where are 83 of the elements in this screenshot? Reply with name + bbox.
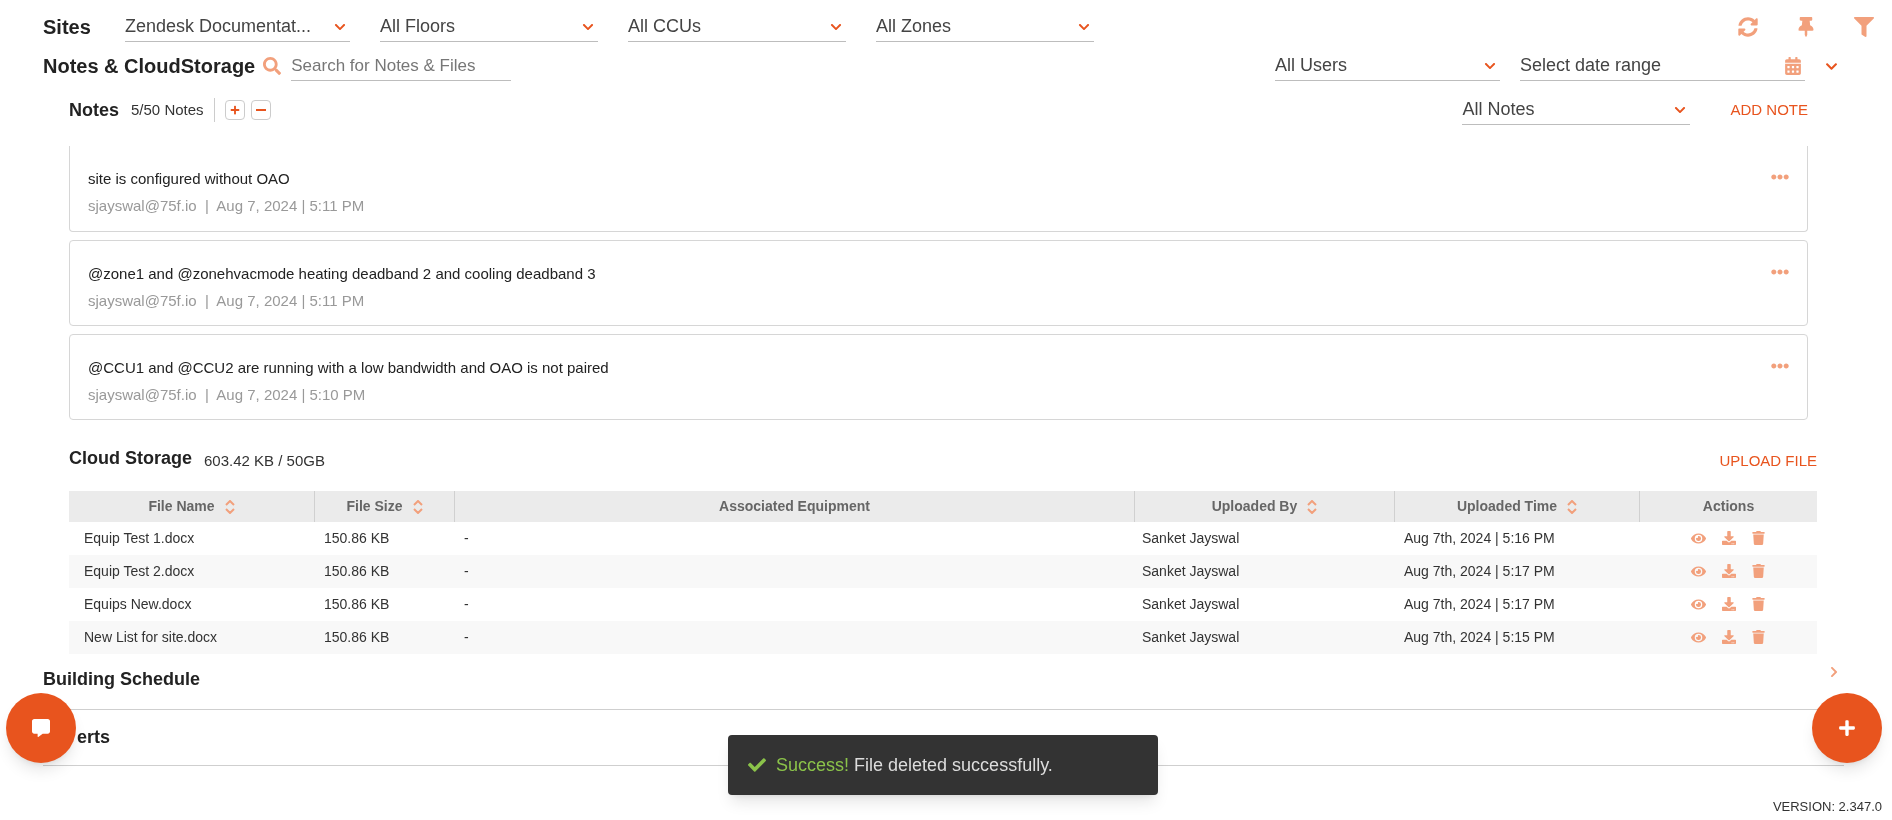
table-cell-text: Sanket Jayswal [1141,562,1241,581]
table-cell-text: Sanket Jayswal [1141,628,1241,647]
notes-count: 5/50 Notes [131,99,204,120]
pin-icon[interactable] [1796,17,1816,37]
table-cell-text: - [463,595,470,614]
view-icon[interactable] [1691,564,1706,579]
delete-icon[interactable] [1752,564,1765,578]
search-icon [263,57,282,75]
delete-icon[interactable] [1752,597,1765,611]
filter-dropdown[interactable]: All CCUs [628,12,846,42]
add-note-button[interactable]: ADD NOTE [1730,98,1808,122]
column-header: Associated Equipment [454,491,1134,522]
table-cell-text: Equip Test 1.docx [83,529,196,548]
expand-button[interactable] [224,100,245,120]
column-header[interactable]: File Size [314,491,454,522]
table-cell-text: 150.86 KB [323,595,391,614]
table-cell-text: Aug 7th, 2024 | 5:15 PM [1403,628,1556,647]
note-text: @CCU1 and @CCU2 are running with a low bandwidth and OAO is not paired [88,358,609,378]
table-cell-text: 150.86 KB [323,562,391,581]
view-icon[interactable] [1691,531,1706,546]
minus-icon [255,109,266,111]
column-header[interactable]: File Name [69,491,314,522]
column-header: Actions [1639,491,1817,522]
delete-icon[interactable] [1752,630,1765,644]
sort-icon[interactable] [1567,499,1578,514]
collapse-button[interactable] [250,100,271,120]
note-text: site is configured without OAO [88,169,291,189]
table-cell-text: Sanket Jayswal [1141,529,1241,548]
chevron-right-icon[interactable] [1828,666,1840,678]
storage-usage: 603.42 KB / 50GB [204,450,325,471]
note-meta: sjayswal@75f.io | Aug 7, 2024 | 5:11 PM [88,195,365,216]
view-icon[interactable] [1691,630,1706,645]
chat-button[interactable] [6,693,76,763]
notes-filter-dropdown[interactable]: All Notes [1462,95,1691,125]
add-button[interactable] [1812,693,1882,763]
table-cell-text: - [463,529,470,548]
filter-dropdown[interactable]: All Zones [876,12,1094,42]
view-icon[interactable] [1691,597,1706,612]
version-label: VERSION: 2.347.0 [1772,797,1882,816]
date-range-field[interactable]: Select date range [1520,51,1805,81]
table-cell-text: Aug 7th, 2024 | 5:16 PM [1403,529,1556,548]
cloud-storage-title: Cloud Storage [69,447,192,470]
plus-icon [1838,719,1856,737]
table-cell-text: - [463,562,470,581]
chat-icon [32,719,50,737]
table-cell-text: Aug 7th, 2024 | 5:17 PM [1403,562,1556,581]
table-cell-text: Sanket Jayswal [1141,595,1241,614]
notes-title: Notes [69,98,119,122]
table-cell-text: New List for site.docx [83,628,219,647]
section-heading[interactable]: Building Schedule [43,666,200,693]
section-title: Notes & CloudStorage [43,54,256,79]
section-heading[interactable]: erts [77,724,111,751]
plus-icon [229,105,240,115]
column-header[interactable]: Uploaded By [1134,491,1394,522]
check-icon [748,756,766,774]
sort-icon[interactable] [1307,499,1318,514]
table-cell-text: Aug 7th, 2024 | 5:17 PM [1403,595,1556,614]
sites-label: Sites [43,15,92,40]
filter-dropdown[interactable]: All Floors [380,12,598,42]
download-icon[interactable] [1722,531,1736,545]
column-header[interactable]: Uploaded Time [1394,491,1639,522]
table-cell-text: 150.86 KB [323,628,391,647]
table-cell-text: Equips New.docx [83,595,193,614]
note-meta: sjayswal@75f.io | Aug 7, 2024 | 5:10 PM [88,384,367,405]
note-text: @zone1 and @zonehvacmode heating deadband 2 and cooling deadband 3 [88,264,596,284]
download-icon[interactable] [1722,630,1736,644]
upload-file-button[interactable]: UPLOAD FILE [1719,449,1817,472]
filter-dropdown[interactable]: Zendesk Documentat... [125,12,350,42]
sort-icon[interactable] [412,499,423,514]
user-dropdown[interactable]: All Users [1275,51,1500,81]
delete-icon[interactable] [1752,531,1765,545]
refresh-icon[interactable] [1738,17,1758,37]
note-meta: sjayswal@75f.io | Aug 7, 2024 | 5:11 PM [88,290,366,311]
table-cell-text: - [463,628,470,647]
search-field[interactable]: Search for Notes & Files [291,51,512,81]
toast-message: Success! File deleted successfully. [776,753,1053,777]
table-cell-text: 150.86 KB [323,529,391,548]
filter-icon[interactable] [1854,17,1874,37]
sort-icon[interactable] [224,499,235,514]
download-icon[interactable] [1722,564,1736,578]
calendar-icon [1785,56,1801,75]
table-cell-text: Equip Test 2.docx [83,562,196,581]
download-icon[interactable] [1722,597,1736,611]
